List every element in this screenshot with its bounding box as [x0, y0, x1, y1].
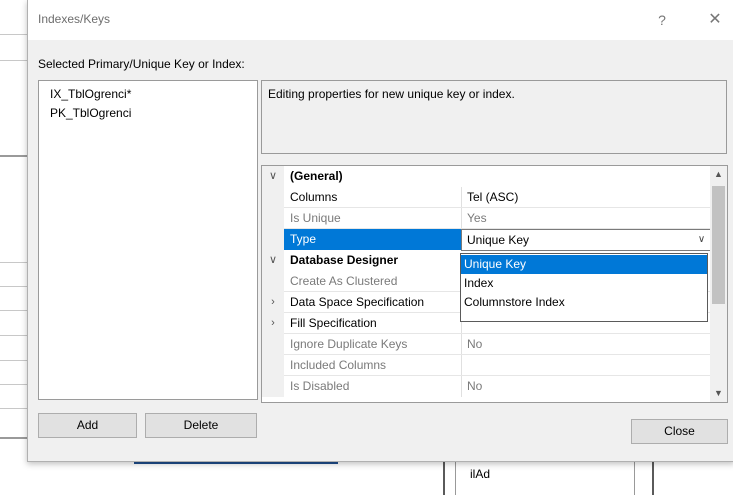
row-gutter: ∨ [262, 166, 284, 187]
bg-line [0, 155, 30, 157]
collapse-icon[interactable]: ∨ [266, 250, 280, 271]
scroll-up-icon[interactable]: ▲ [710, 166, 727, 183]
value-separator [461, 334, 462, 355]
expand-icon[interactable]: › [266, 292, 280, 313]
property-value: Yes [467, 211, 487, 225]
property-grid-scrollbar[interactable]: ▲ ▼ [710, 166, 727, 402]
row-gutter: ∨ [262, 250, 284, 271]
bg-line [0, 437, 30, 439]
collapse-icon[interactable]: ∨ [266, 166, 280, 187]
description-text: Editing properties for new unique key or… [268, 87, 515, 101]
dialog-title: Indexes/Keys [38, 12, 111, 26]
property-name-selected: Type [284, 229, 461, 250]
row-gutter [262, 187, 284, 208]
property-row-is-unique[interactable]: Is Unique Yes [262, 208, 710, 229]
type-dropdown-list[interactable]: Unique Key Index Columnstore Index [460, 253, 708, 322]
dialog-titlebar: Indexes/Keys ? ✕ [28, 0, 733, 40]
selected-keys-label: Selected Primary/Unique Key or Index: [38, 57, 245, 71]
property-row-ignore-dup[interactable]: Ignore Duplicate Keys No [262, 334, 710, 355]
property-name: Fill Specification [290, 316, 377, 330]
background-designer-edge [0, 0, 30, 486]
property-value: No [467, 337, 483, 351]
description-box: Editing properties for new unique key or… [261, 80, 727, 154]
property-name: Is Disabled [290, 379, 350, 393]
dropdown-option-index[interactable]: Index [461, 274, 707, 293]
background-selection-bar [134, 462, 338, 464]
option-label: Unique Key [464, 257, 527, 271]
property-value[interactable]: Tel (ASC) [467, 190, 518, 204]
value-separator [461, 355, 462, 376]
add-button[interactable]: Add [38, 413, 137, 438]
bg-line [0, 310, 30, 311]
property-name: Data Space Specification [290, 295, 425, 309]
value-separator [461, 208, 462, 229]
property-name: Ignore Duplicate Keys [290, 337, 408, 351]
chevron-down-icon[interactable]: ∨ [692, 230, 710, 250]
row-gutter [262, 271, 284, 292]
property-row-is-disabled[interactable]: Is Disabled No [262, 376, 710, 397]
row-gutter [262, 229, 284, 250]
bg-line [0, 384, 30, 385]
property-row-type[interactable]: Type Unique Key ∨ [262, 229, 711, 251]
property-name: Type [290, 232, 317, 246]
expand-icon[interactable]: › [266, 313, 280, 334]
property-name: Create As Clustered [290, 274, 398, 288]
row-gutter: › [262, 313, 284, 334]
bg-line [0, 34, 30, 35]
close-icon[interactable]: ✕ [703, 8, 727, 32]
category-database-designer-label: Database Designer [290, 253, 399, 267]
bg-line [0, 286, 30, 287]
bg-line [0, 408, 30, 409]
list-item[interactable]: PK_TblOgrenci [50, 106, 131, 120]
bg-line [0, 262, 30, 263]
type-combobox[interactable]: Unique Key ∨ [461, 229, 711, 251]
delete-button[interactable]: Delete [145, 413, 257, 438]
category-general-label: (General) [290, 169, 343, 183]
property-name: Included Columns [290, 358, 387, 372]
property-row-columns[interactable]: Columns Tel (ASC) [262, 187, 710, 208]
combobox-value: Unique Key [467, 233, 530, 247]
row-gutter [262, 355, 284, 376]
bg-line [0, 335, 30, 336]
scrollbar-thumb[interactable] [712, 186, 725, 304]
row-gutter [262, 334, 284, 355]
value-separator [461, 187, 462, 208]
dropdown-option-unique-key[interactable]: Unique Key [461, 255, 707, 274]
property-row-included-cols[interactable]: Included Columns [262, 355, 710, 376]
row-gutter [262, 208, 284, 229]
keys-listbox[interactable]: IX_TblOgrenci* PK_TblOgrenci [38, 80, 258, 400]
dropdown-option-columnstore[interactable]: Columnstore Index [461, 293, 707, 312]
value-separator [461, 376, 462, 397]
option-label: Index [464, 276, 494, 290]
scroll-down-icon[interactable]: ▼ [710, 385, 727, 402]
category-general[interactable]: ∨ (General) [262, 166, 710, 187]
bg-line [0, 60, 30, 61]
row-gutter [262, 376, 284, 397]
row-gutter: › [262, 292, 284, 313]
property-name: Columns [290, 190, 338, 204]
bg-line [0, 360, 30, 361]
property-name: Is Unique [290, 211, 341, 225]
close-button[interactable]: Close [631, 419, 728, 444]
indexes-keys-dialog: Indexes/Keys ? ✕ Selected Primary/Unique… [27, 0, 733, 462]
background-table-cell-text: ilAd [470, 467, 491, 481]
option-label: Columnstore Index [464, 295, 565, 309]
list-item[interactable]: IX_TblOgrenci* [50, 87, 131, 101]
help-button[interactable]: ? [650, 8, 674, 32]
property-value: No [467, 379, 483, 393]
